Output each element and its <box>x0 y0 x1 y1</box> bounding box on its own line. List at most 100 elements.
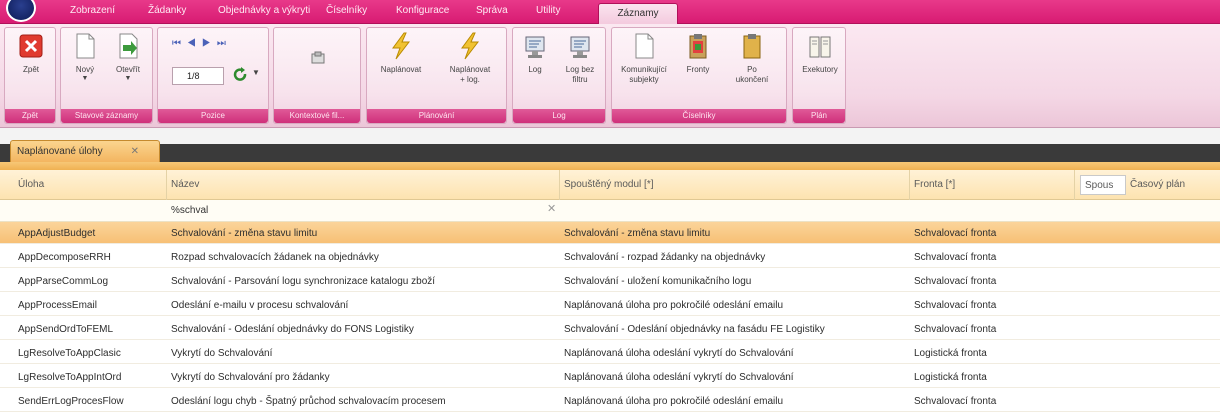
table-row[interactable]: LgResolveToAppClasic Vykrytí do Schvalová… <box>0 342 1220 364</box>
executors-button[interactable]: Exekutory <box>797 31 843 75</box>
first-record-icon[interactable]: ⏮ <box>172 38 187 49</box>
tab-sprava[interactable]: Správa <box>476 5 508 24</box>
column-headers: Úloha Název Spouštěný modul [*] Fronta [… <box>0 170 1220 200</box>
queues-button[interactable]: Fronty <box>678 31 718 75</box>
cell-fronta: Schvalovací fronta <box>914 396 997 407</box>
next-record-icon[interactable]: ▶ <box>202 38 217 49</box>
log-without-filter-button[interactable]: Log bez filtru <box>559 31 601 85</box>
cell-nazev: Schvalování - Odeslání objednávky do FON… <box>171 324 414 335</box>
ribbon-group-scheduling: Naplánovat Naplánovat + log. Plánování <box>366 27 507 124</box>
cell-modul: Schvalování - rozpad žádanky na objednáv… <box>564 252 766 263</box>
book-icon <box>806 31 834 61</box>
table-row[interactable]: AppParseCommLog Schvalování - Parsování l… <box>0 270 1220 292</box>
cell-uloha: AppParseCommLog <box>18 276 109 287</box>
schedule-with-log-button[interactable]: Naplánovat + log. <box>439 31 501 85</box>
close-icon[interactable]: ✕ <box>131 146 139 157</box>
cell-modul: Naplánovaná úloha pro pokročilé odeslání… <box>564 396 784 407</box>
cell-fronta: Logistická fronta <box>914 372 987 383</box>
cell-modul: Naplánovaná úloha pro pokročilé odeslání… <box>564 300 784 311</box>
last-record-icon[interactable]: ⏭ <box>217 38 232 49</box>
tab-objednavky[interactable]: Objednávky a výkryti <box>218 5 310 24</box>
cell-nazev: Vykrytí do Schvalování pro žádanky <box>171 372 330 383</box>
column-header-modul[interactable]: Spouštěný modul [*] <box>560 170 910 200</box>
cell-uloha: LgResolveToAppClasic <box>18 348 121 359</box>
monitor-log-icon <box>566 31 594 61</box>
ribbon-group-position: ⏮◀▶⏭ 1/8 ▼ Pozice <box>157 27 269 124</box>
after-completion-button[interactable]: Po ukončení <box>724 31 780 85</box>
schedule-button[interactable]: Naplánovat <box>371 31 431 75</box>
filter-icon[interactable] <box>310 50 326 66</box>
monitor-log-icon <box>521 31 549 61</box>
table-row[interactable]: AppAdjustBudget Schvalování - změna stavu… <box>0 222 1220 244</box>
communicating-subjects-button[interactable]: Komunikující subjekty <box>616 31 672 85</box>
table-row[interactable]: AppProcessEmail Odeslání e-mailu v proces… <box>0 294 1220 316</box>
filter-row: %schval ✕ <box>0 200 1220 222</box>
cell-uloha: LgResolveToAppIntOrd <box>18 372 122 383</box>
cell-nazev: Schvalování - změna stavu limitu <box>171 228 318 239</box>
record-navigation[interactable]: ⏮◀▶⏭ <box>172 38 242 52</box>
open-button[interactable]: Otevřít ▼ <box>109 31 147 83</box>
tab-zadanky[interactable]: Žádanky <box>148 5 186 24</box>
clipboard-icon <box>738 31 766 61</box>
ribbon-tab-strip: Zobrazení Žádanky Objednávky a výkryti Č… <box>0 0 1220 25</box>
table-row[interactable]: SendErrLogProcesFlow Odeslání logu chyb -… <box>0 390 1220 412</box>
column-header-nazev[interactable]: Název <box>167 170 560 200</box>
name-filter-input[interactable]: %schval <box>167 202 562 220</box>
cell-modul: Naplánovaná úloha odeslání vykrytí do Sc… <box>564 348 794 359</box>
column-header-uloha[interactable]: Úloha <box>14 170 167 200</box>
close-icon <box>17 31 45 61</box>
cell-uloha: AppProcessEmail <box>18 300 97 311</box>
cell-uloha: AppAdjustBudget <box>18 228 96 239</box>
cell-fronta: Schvalovací fronta <box>914 228 997 239</box>
lightning-icon <box>456 31 484 61</box>
refresh-icon[interactable] <box>232 66 248 84</box>
cell-fronta: Logistická fronta <box>914 348 987 359</box>
cell-modul: Schvalování - uložení komunikačního logu <box>564 276 752 287</box>
chevron-down-icon: ▼ <box>124 75 132 82</box>
table-row[interactable]: LgResolveToAppIntOrd Vykrytí do Schvalová… <box>0 366 1220 388</box>
tab-zobrazeni[interactable]: Zobrazení <box>70 5 115 24</box>
cell-nazev: Vykrytí do Schvalování <box>171 348 273 359</box>
previous-record-icon[interactable]: ◀ <box>187 38 202 49</box>
new-button[interactable]: Nový ▼ <box>67 31 103 83</box>
tab-separator <box>0 162 1220 170</box>
clipboard-icon <box>684 31 712 61</box>
page-input[interactable]: 1/8 <box>172 67 224 85</box>
ribbon-group-context-filter: Kontextové fil... <box>273 27 361 124</box>
document-icon <box>71 31 99 61</box>
app-menu-button[interactable] <box>6 0 36 22</box>
cell-fronta: Schvalovací fronta <box>914 324 997 335</box>
cell-uloha: SendErrLogProcesFlow <box>18 396 124 407</box>
cell-nazev: Rozpad schvalovacích žádanek na objednáv… <box>171 252 379 263</box>
lightning-icon <box>387 31 415 61</box>
ribbon-group-plan: Exekutory Plán <box>792 27 846 124</box>
column-header-casovy-plan[interactable]: Časový plán <box>1126 170 1220 200</box>
column-header-fronta[interactable]: Fronta [*] <box>910 170 1075 200</box>
tab-utility[interactable]: Utility <box>536 5 560 24</box>
cell-fronta: Schvalovací fronta <box>914 252 997 263</box>
tab-ciselniky[interactable]: Číselníky <box>326 5 367 24</box>
cell-modul: Naplánovaná úloha odeslání vykrytí do Sc… <box>564 372 794 383</box>
table-row[interactable]: AppDecomposeRRH Rozpad schvalovacích žáda… <box>0 246 1220 268</box>
table-row[interactable]: AppSendOrdToFEML Schvalování - Odeslání o… <box>0 318 1220 340</box>
cell-nazev: Odeslání e-mailu v procesu schvalování <box>171 300 349 311</box>
tab-scheduled-tasks[interactable]: Naplánované úlohy ✕ <box>10 140 160 162</box>
log-button[interactable]: Log <box>517 31 553 75</box>
clear-filter-icon[interactable]: ✕ <box>547 202 556 215</box>
back-button[interactable]: Zpět <box>13 31 49 75</box>
tab-konfigurace[interactable]: Konfigurace <box>396 5 449 24</box>
cell-nazev: Odeslání logu chyb - Špatný průchod schv… <box>171 396 446 407</box>
chevron-down-icon[interactable]: ▼ <box>252 68 260 77</box>
column-header-spous[interactable]: Spous <box>1080 175 1126 195</box>
tasks-grid: Úloha Název Spouštěný modul [*] Fronta [… <box>0 170 1220 419</box>
cell-uloha: AppDecomposeRRH <box>18 252 111 263</box>
cell-uloha: AppSendOrdToFEML <box>18 324 114 335</box>
cell-modul: Schvalování - Odeslání objednávky na fas… <box>564 324 825 335</box>
cell-fronta: Schvalovací fronta <box>914 276 997 287</box>
cell-modul: Schvalování - změna stavu limitu <box>564 228 711 239</box>
document-tab-bar: Naplánované úlohy ✕ <box>0 128 1220 162</box>
ribbon-group-codebooks: Komunikující subjekty Fronty Po ukončení… <box>611 27 787 124</box>
ribbon-group-log: Log Log bez filtru Log <box>512 27 606 124</box>
tab-zaznamy[interactable]: Záznamy <box>598 3 678 25</box>
ribbon: Zpět Zpět Nový ▼ Otevřít ▼ Stavové zázna… <box>0 24 1220 128</box>
